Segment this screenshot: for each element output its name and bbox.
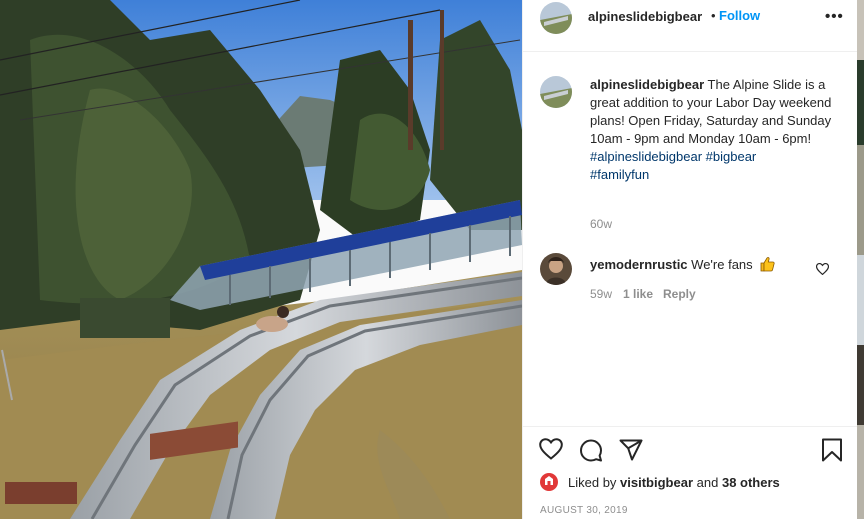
edge-thumbnail — [857, 145, 864, 255]
post-caption: alpineslidebigbear The Alpine Slide is a… — [590, 76, 840, 184]
comment-timestamp[interactable]: 59w — [590, 287, 612, 301]
avatar-image — [540, 76, 572, 108]
author-username[interactable]: alpineslidebigbear — [588, 9, 702, 24]
hashtag-link[interactable]: #bigbear — [706, 149, 757, 164]
commenter-avatar[interactable] — [540, 253, 572, 285]
liked-by-and: and — [696, 475, 719, 490]
post-side-panel: alpineslidebigbear • Follow ••• alpinesl… — [522, 0, 858, 519]
comment-icon[interactable] — [579, 438, 603, 467]
liker-avatar — [540, 473, 558, 491]
avatar-image — [540, 253, 572, 285]
like-comment-icon[interactable] — [815, 262, 830, 280]
liked-by-text: Liked by visitbigbear and 38 others — [568, 475, 780, 490]
share-icon[interactable] — [619, 439, 643, 466]
edge-thumbnail — [857, 60, 864, 145]
thumbs-up-emoji — [759, 256, 775, 277]
post-header: alpineslidebigbear • Follow ••• — [523, 0, 858, 52]
caption-username[interactable]: alpineslidebigbear — [590, 77, 704, 92]
save-bookmark-icon[interactable] — [821, 438, 843, 467]
post-actions: Liked by visitbigbear and 38 others AUGU… — [523, 426, 858, 519]
more-options-icon[interactable]: ••• — [825, 8, 844, 25]
edge-thumbnail — [857, 345, 864, 425]
avatar-image — [540, 2, 572, 34]
hashtag-link[interactable]: #alpineslidebigbear — [590, 149, 702, 164]
heart-icon[interactable] — [539, 438, 563, 465]
liker-username[interactable]: visitbigbear — [620, 475, 693, 490]
comment-likes[interactable]: 1 like — [623, 287, 653, 301]
edge-thumbnail — [857, 425, 864, 519]
comment: yemodernrustic We're fans — [590, 256, 820, 277]
caption-author-avatar[interactable] — [540, 76, 572, 108]
hashtag-link[interactable]: #familyfun — [590, 167, 649, 182]
post-photo[interactable] — [0, 0, 522, 519]
page-edge — [857, 0, 864, 519]
caption-timestamp[interactable]: 60w — [590, 217, 612, 231]
author-avatar[interactable] — [540, 2, 572, 34]
comment-text: We're fans — [691, 257, 753, 272]
reply-button[interactable]: Reply — [663, 287, 696, 301]
commenter-username[interactable]: yemodernrustic — [590, 257, 688, 272]
post-date[interactable]: AUGUST 30, 2019 — [540, 505, 628, 516]
liked-by-summary[interactable]: Liked by visitbigbear and 38 others — [540, 473, 840, 493]
liked-by-prefix: Liked by — [568, 475, 617, 490]
separator-dot: • — [711, 8, 716, 23]
follow-button[interactable]: Follow — [719, 8, 760, 23]
alpine-slide-photo — [0, 0, 522, 519]
others-count[interactable]: 38 others — [722, 475, 780, 490]
edge-thumbnail — [857, 0, 864, 60]
edge-thumbnail — [857, 255, 864, 345]
